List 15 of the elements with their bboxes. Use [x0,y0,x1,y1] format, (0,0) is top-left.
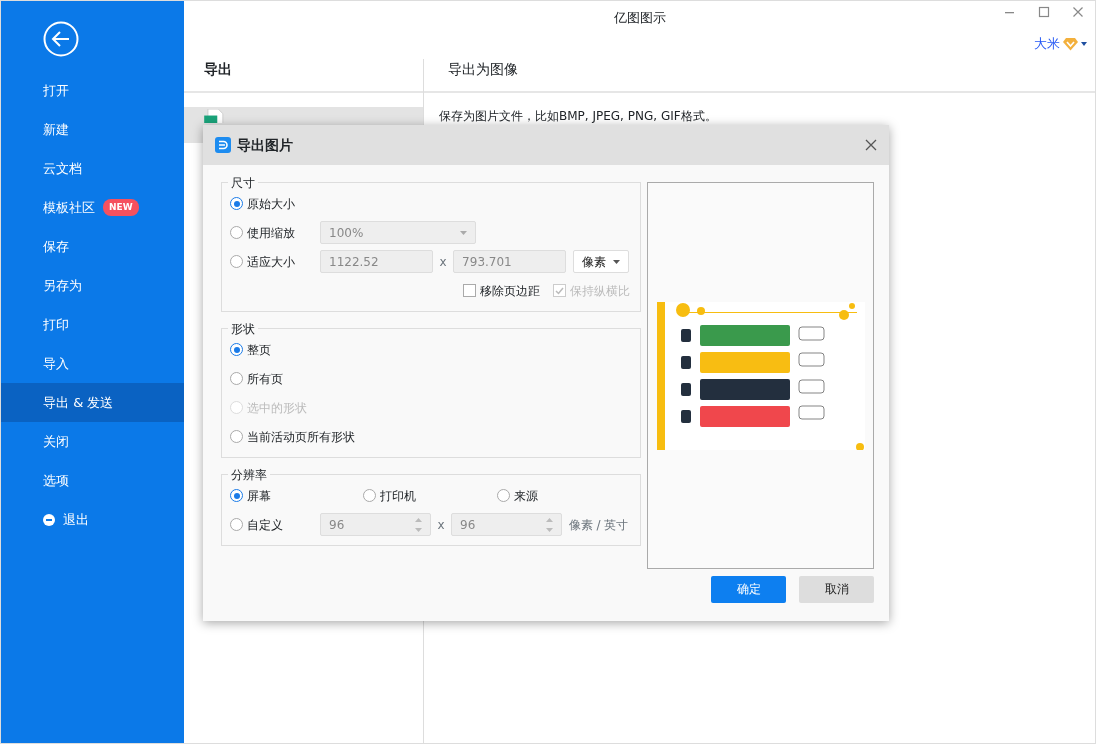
times-label: x [437,516,445,534]
group-label: 分辨率 [228,466,270,484]
dialog-title: 导出图片 [237,135,293,155]
group-label: 形状 [228,320,258,338]
unit-label: 像素 / 英寸 [568,516,629,534]
times-label: x [439,253,447,271]
group-label: 尺寸 [228,174,258,192]
description: 保存为图片文件，比如BMP, JPEG, PNG, GIF格式。 [438,108,718,125]
section-title: 导出为图像 [424,59,1095,93]
window-title: 亿图图示 [613,9,666,27]
panel-title: 导出 [184,59,423,93]
new-badge: NEW [103,198,139,217]
checkbox-option: 保持纵横比 [553,281,630,300]
item-label: 退出 [63,510,89,529]
item-label: 模板社区 [43,198,95,217]
